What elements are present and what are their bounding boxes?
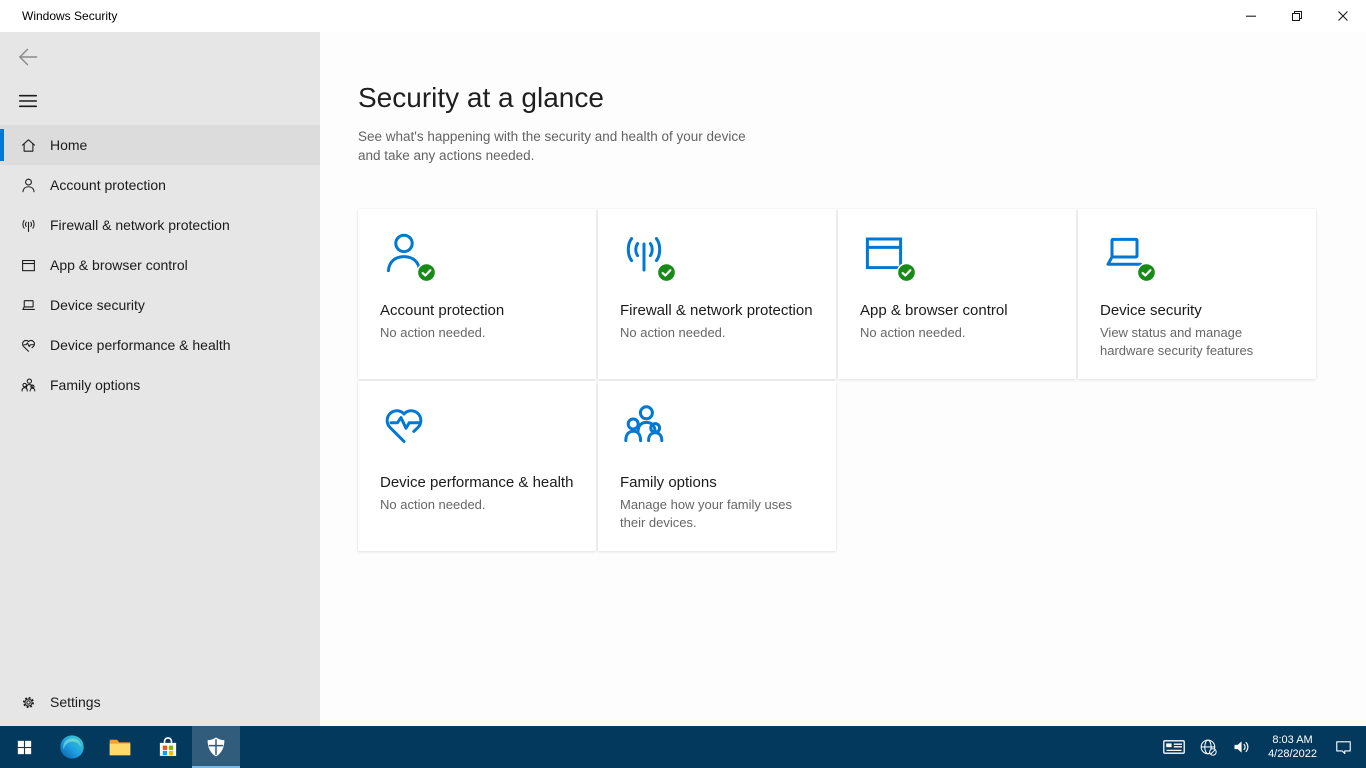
- family-icon: [20, 377, 37, 394]
- hamburger-menu-icon: [17, 90, 39, 112]
- settings-slot: Settings: [0, 682, 320, 722]
- sidebar-item-home[interactable]: Home: [0, 125, 320, 165]
- defender-shield-icon: [204, 735, 228, 759]
- clock-time: 8:03 AM: [1272, 734, 1313, 746]
- antenna-icon: [20, 217, 37, 234]
- heart-pulse-icon: [20, 337, 37, 354]
- close-icon: [1338, 11, 1348, 21]
- sidebar-item-settings[interactable]: Settings: [0, 682, 320, 722]
- sidebar-item-device-performance-health[interactable]: Device performance & health: [0, 325, 320, 365]
- sidebar-item-label: Family options: [50, 377, 141, 393]
- gear-icon: [20, 694, 37, 711]
- taskbar-clock[interactable]: 8:03 AM 4/28/2022: [1259, 726, 1326, 768]
- person-icon: [20, 177, 37, 194]
- sidebar-item-account-protection[interactable]: Account protection: [0, 165, 320, 205]
- system-tray: 8:03 AM 4/28/2022: [1157, 726, 1366, 768]
- card-app-browser-control[interactable]: App & browser control No action needed.: [838, 209, 1076, 379]
- restore-button[interactable]: [1274, 0, 1320, 32]
- edge-icon: [58, 733, 86, 761]
- status-ok-badge: [416, 262, 437, 283]
- card-description: View status and manage hardware security…: [1100, 325, 1254, 358]
- status-ok-badge: [1136, 262, 1157, 283]
- card-account-protection[interactable]: Account protection No action needed.: [358, 209, 596, 379]
- sidebar-item-app-browser-control[interactable]: App & browser control: [0, 245, 320, 285]
- windows-logo-icon: [16, 739, 33, 756]
- card-device-performance-health[interactable]: Device performance & health No action ne…: [358, 381, 596, 551]
- sidebar: Home Account protection Firewall & netwo…: [0, 32, 320, 726]
- sidebar-item-device-security[interactable]: Device security: [0, 285, 320, 325]
- tray-volume-button[interactable]: [1225, 726, 1259, 768]
- taskbar-windows-security-button[interactable]: [192, 726, 240, 768]
- card-description: No action needed.: [380, 497, 486, 512]
- close-button[interactable]: [1320, 0, 1366, 32]
- card-description: No action needed.: [620, 325, 726, 340]
- store-icon: [155, 734, 181, 760]
- sidebar-item-label: Firewall & network protection: [50, 217, 230, 233]
- menu-button[interactable]: [8, 84, 48, 118]
- notification-icon: [1334, 738, 1353, 757]
- window-title: Windows Security: [22, 9, 118, 23]
- volume-icon: [1232, 737, 1252, 757]
- taskbar-microsoft-store-button[interactable]: [144, 726, 192, 768]
- taskbar-start-button[interactable]: [0, 726, 48, 768]
- card-title: Firewall & network protection: [620, 302, 813, 319]
- tray-network-no-internet-button[interactable]: [1191, 726, 1225, 768]
- browser-icon: [20, 257, 37, 274]
- keyboard-icon: [1162, 735, 1186, 759]
- status-ok-badge: [656, 262, 677, 283]
- heart-pulse-icon: [380, 401, 428, 449]
- cards-grid: Account protection No action needed. Fir…: [358, 209, 1366, 551]
- sidebar-nav: Home Account protection Firewall & netwo…: [0, 125, 320, 405]
- taskbar-file-explorer-button[interactable]: [96, 726, 144, 768]
- sidebar-item-label: Home: [50, 137, 88, 153]
- card-description: Manage how your family uses their device…: [620, 497, 792, 530]
- status-ok-badge: [896, 262, 917, 283]
- action-center-button[interactable]: [1326, 726, 1360, 768]
- restore-icon: [1292, 11, 1302, 21]
- sidebar-item-label: Device security: [50, 297, 145, 313]
- card-title: Device performance & health: [380, 474, 574, 491]
- card-device-security[interactable]: Device security View status and manage h…: [1078, 209, 1316, 379]
- clock-date: 4/28/2022: [1268, 748, 1317, 760]
- back-button[interactable]: [8, 40, 48, 74]
- main-content: Security at a glance See what's happenin…: [320, 32, 1366, 726]
- sidebar-item-label: Device performance & health: [50, 337, 231, 353]
- sidebar-item-label: App & browser control: [50, 257, 188, 273]
- minimize-button[interactable]: [1228, 0, 1274, 32]
- sidebar-item-label: Account protection: [50, 177, 166, 193]
- globe-offline-icon: [1199, 738, 1218, 757]
- home-icon: [20, 137, 37, 154]
- family-icon: [620, 401, 668, 449]
- back-arrow-icon: [15, 44, 41, 70]
- card-firewall-network-protection[interactable]: Firewall & network protection No action …: [598, 209, 836, 379]
- taskbar: 8:03 AM 4/28/2022: [0, 726, 1366, 768]
- page-title: Security at a glance: [358, 82, 604, 113]
- sidebar-item-firewall-network-protection[interactable]: Firewall & network protection: [0, 205, 320, 245]
- card-title: Account protection: [380, 302, 505, 319]
- window-controls: [1228, 0, 1366, 32]
- tray-icons: [1157, 726, 1259, 768]
- minimize-icon: [1246, 11, 1256, 21]
- sidebar-item-label: Settings: [50, 694, 101, 710]
- card-description: No action needed.: [380, 325, 486, 340]
- card-title: Device security: [1100, 302, 1202, 319]
- card-family-options[interactable]: Family options Manage how your family us…: [598, 381, 836, 551]
- card-title: Family options: [620, 474, 717, 491]
- tray-touch-keyboard-button[interactable]: [1157, 726, 1191, 768]
- card-description: No action needed.: [860, 325, 966, 340]
- taskbar-apps: [0, 726, 240, 768]
- folder-icon: [107, 734, 133, 760]
- titlebar: Windows Security: [0, 0, 1366, 32]
- taskbar-edge-button[interactable]: [48, 726, 96, 768]
- page-subtitle: See what's happening with the security a…: [358, 129, 746, 163]
- laptop-icon: [20, 297, 37, 314]
- card-title: App & browser control: [860, 302, 1008, 319]
- sidebar-item-family-options[interactable]: Family options: [0, 365, 320, 405]
